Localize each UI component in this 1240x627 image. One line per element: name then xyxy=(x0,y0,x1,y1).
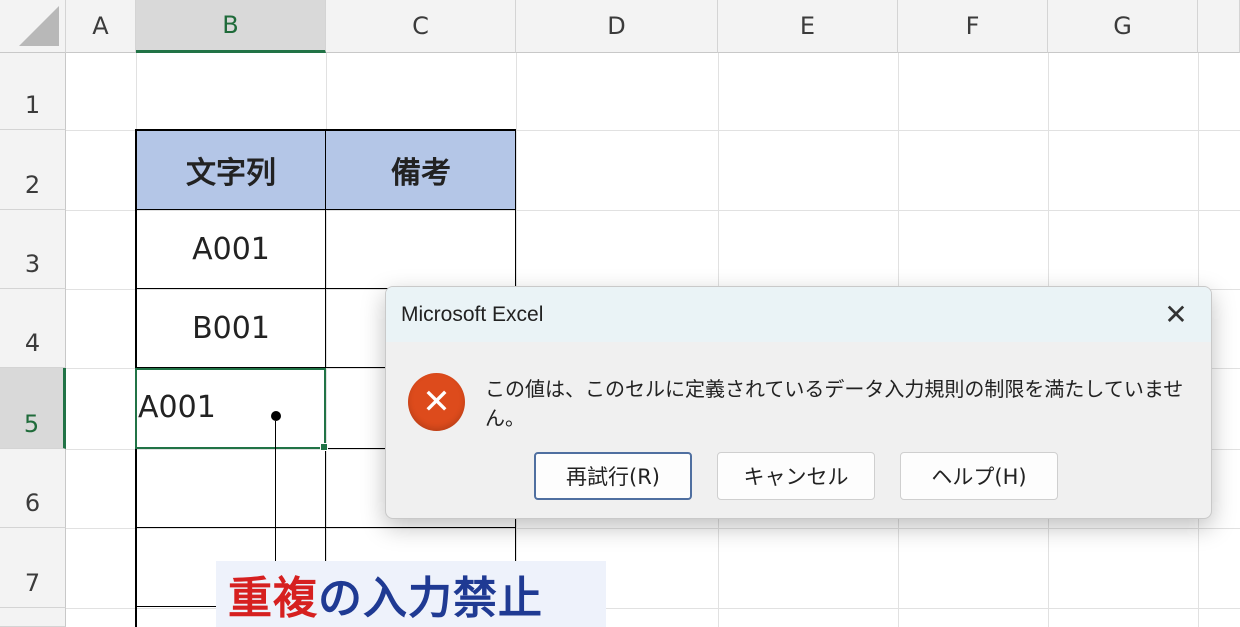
row-header-3[interactable]: 3 xyxy=(0,210,66,289)
error-dialog: Microsoft Excel ✕ ✕ この値は、このセルに定義されているデータ… xyxy=(385,286,1212,519)
dialog-titlebar[interactable]: Microsoft Excel ✕ xyxy=(386,287,1211,342)
dialog-buttons: 再試行(R) キャンセル ヘルプ(H) xyxy=(534,452,1058,500)
select-all-corner[interactable] xyxy=(0,0,66,53)
cell-b5-input-value: A001 xyxy=(138,390,216,425)
table-header-notes[interactable]: 備考 xyxy=(326,130,516,210)
row-header-1[interactable]: 1 xyxy=(0,53,66,130)
column-header-b[interactable]: B xyxy=(136,0,326,53)
row-header-6[interactable]: 6 xyxy=(0,449,66,528)
callout-dot xyxy=(271,411,281,421)
column-header-d[interactable]: D xyxy=(516,0,718,53)
row-header-4[interactable]: 4 xyxy=(0,289,66,368)
fill-handle[interactable] xyxy=(320,443,328,451)
column-header-c[interactable]: C xyxy=(326,0,516,53)
table-header-string[interactable]: 文字列 xyxy=(136,130,326,210)
gridline xyxy=(66,528,1240,529)
column-header-e[interactable]: E xyxy=(718,0,898,53)
column-header-h-partial[interactable] xyxy=(1198,0,1240,53)
cell-c3[interactable] xyxy=(326,210,516,289)
table-border xyxy=(136,129,516,131)
table-border xyxy=(136,527,516,528)
cancel-button[interactable]: キャンセル xyxy=(717,452,875,500)
dialog-message-row: ✕ この値は、このセルに定義されているデータ入力規則の制限を満たしていません。 xyxy=(408,373,1211,431)
row-header-8-partial[interactable] xyxy=(0,608,66,627)
annotation-text-input-prohibited: の入力禁止 xyxy=(318,573,543,624)
dialog-message: この値は、このセルに定義されているデータ入力規則の制限を満たしていません。 xyxy=(485,377,1184,430)
select-all-triangle-icon xyxy=(19,6,59,46)
cell-b3[interactable]: A001 xyxy=(136,210,326,289)
annotation-text-duplicate: 重複 xyxy=(228,573,318,624)
column-header-g[interactable]: G xyxy=(1048,0,1198,53)
row-header-7[interactable]: 7 xyxy=(0,528,66,608)
close-icon[interactable]: ✕ xyxy=(1161,298,1191,331)
column-header-f[interactable]: F xyxy=(898,0,1048,53)
help-button[interactable]: ヘルプ(H) xyxy=(900,452,1058,500)
callout-leader-line xyxy=(136,606,216,607)
annotation-callout: 重複 の入力禁止 xyxy=(216,561,606,627)
cell-b4[interactable]: B001 xyxy=(136,289,326,368)
dialog-title: Microsoft Excel xyxy=(401,302,544,326)
row-header-5[interactable]: 5 xyxy=(0,368,66,449)
retry-button[interactable]: 再試行(R) xyxy=(534,452,692,500)
column-header-a[interactable]: A xyxy=(66,0,136,53)
error-x-icon: ✕ xyxy=(408,373,466,431)
row-header-2[interactable]: 2 xyxy=(0,130,66,210)
table-border xyxy=(136,209,516,210)
